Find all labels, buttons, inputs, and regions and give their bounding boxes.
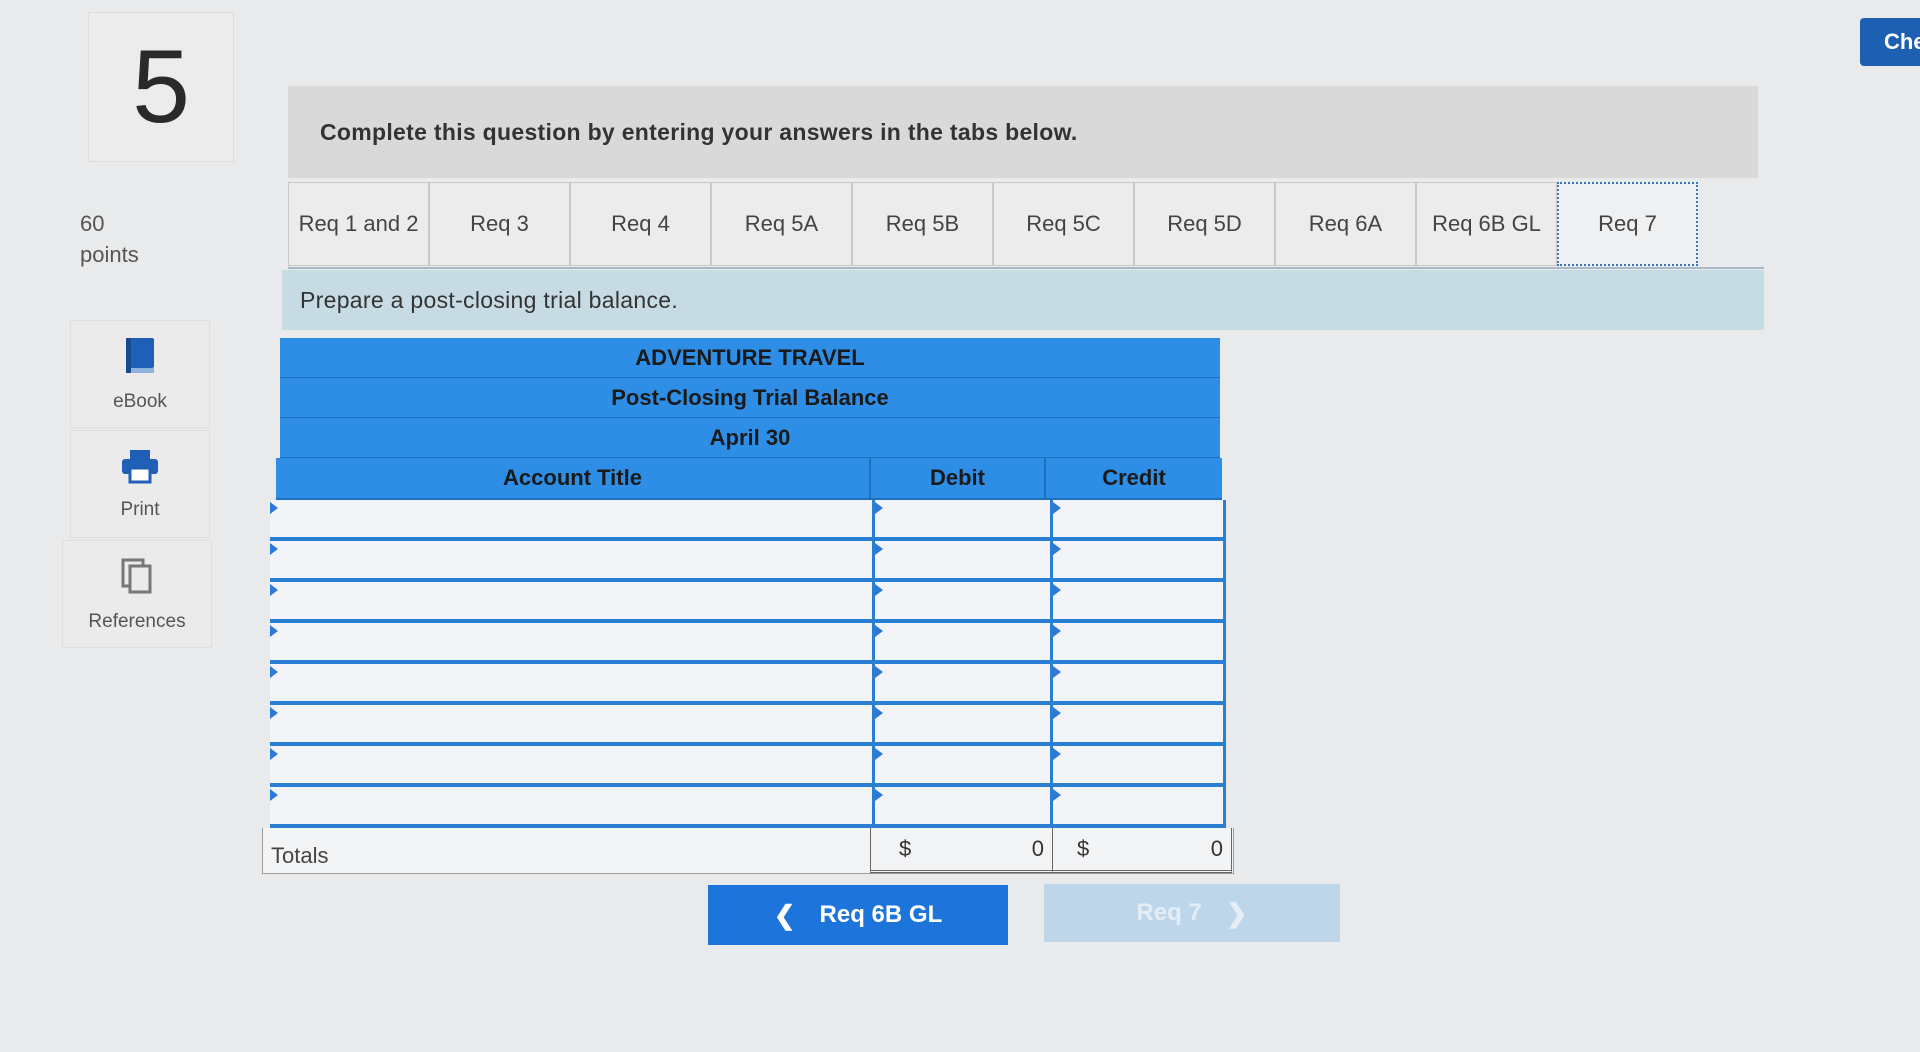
- account-title-input[interactable]: [270, 582, 875, 619]
- question-number: 5: [132, 28, 190, 145]
- table-row: [270, 787, 1226, 828]
- credit-header: Credit: [1102, 465, 1166, 490]
- table-row: [270, 582, 1226, 623]
- table-row: [270, 500, 1226, 541]
- account-title-input[interactable]: [270, 541, 875, 578]
- question-number-box: 5: [88, 12, 234, 162]
- points-value: 60: [80, 211, 105, 236]
- trial-balance-table: ADVENTURE TRAVEL Post-Closing Trial Bala…: [262, 338, 1234, 874]
- tab-divider: [288, 267, 1764, 269]
- requirement-tabs: Req 1 and 2 Req 3 Req 4 Req 5A Req 5B Re…: [288, 182, 1698, 268]
- account-title-input[interactable]: [270, 500, 875, 537]
- credit-input[interactable]: [1053, 705, 1226, 742]
- account-title-header: Account Title: [276, 458, 871, 498]
- tab-req-5b[interactable]: Req 5B: [852, 182, 993, 266]
- ebook-label: eBook: [113, 390, 167, 412]
- tab-req-6a[interactable]: Req 6A: [1275, 182, 1416, 266]
- table-row: [270, 664, 1226, 705]
- totals-label: Totals: [271, 842, 329, 868]
- references-button[interactable]: References: [62, 540, 212, 648]
- tab-req-6b-gl[interactable]: Req 6B GL: [1416, 182, 1557, 266]
- statement-date: April 30: [280, 418, 1220, 458]
- debit-total-value: 0: [1031, 836, 1044, 861]
- credit-input[interactable]: [1053, 582, 1226, 619]
- points-label: points: [80, 242, 139, 267]
- copy-icon: [119, 556, 155, 601]
- credit-total: $ 0: [1052, 828, 1232, 873]
- table-row: [270, 623, 1226, 664]
- instruction-text: Complete this question by entering your …: [320, 118, 1078, 145]
- table-row: [270, 541, 1226, 582]
- prompt-bar: Prepare a post-closing trial balance.: [282, 270, 1764, 330]
- tab-req-5d[interactable]: Req 5D: [1134, 182, 1275, 266]
- chevron-right-icon: ❯: [1225, 897, 1248, 928]
- debit-input[interactable]: [875, 541, 1053, 578]
- chevron-left-icon: ❮: [773, 899, 796, 930]
- account-title-input[interactable]: [270, 623, 875, 660]
- tab-req-4[interactable]: Req 4: [570, 182, 711, 266]
- check-button[interactable]: Che: [1860, 18, 1920, 66]
- debit-input[interactable]: [875, 705, 1053, 742]
- account-title-input[interactable]: [270, 787, 875, 824]
- prompt-text: Prepare a post-closing trial balance.: [300, 286, 679, 313]
- next-req-button[interactable]: Req 7 ❯: [1044, 884, 1340, 942]
- debit-input[interactable]: [875, 664, 1053, 701]
- column-header-row: Account Title Debit Credit: [276, 458, 1222, 500]
- table-row: [270, 705, 1226, 746]
- debit-input[interactable]: [875, 500, 1053, 537]
- entry-rows: [262, 500, 1226, 828]
- debit-input[interactable]: [875, 787, 1053, 824]
- tab-req-5a[interactable]: Req 5A: [711, 182, 852, 266]
- credit-input[interactable]: [1053, 500, 1226, 537]
- tab-req-5c[interactable]: Req 5C: [993, 182, 1134, 266]
- credit-input[interactable]: [1053, 541, 1226, 578]
- credit-input[interactable]: [1053, 623, 1226, 660]
- print-label: Print: [120, 498, 160, 520]
- debit-input[interactable]: [875, 746, 1053, 783]
- debit-total: $ 0: [870, 828, 1052, 873]
- debit-currency: $: [899, 836, 912, 861]
- tab-req-1-and-2[interactable]: Req 1 and 2: [288, 182, 429, 266]
- prev-req-button[interactable]: ❮ Req 6B GL: [708, 885, 1008, 945]
- credit-input[interactable]: [1053, 746, 1226, 783]
- debit-input[interactable]: [875, 582, 1053, 619]
- credit-input[interactable]: [1053, 664, 1226, 701]
- totals-row: Totals $ 0 $ 0: [262, 828, 1234, 874]
- ebook-button[interactable]: eBook: [70, 320, 210, 428]
- company-name: ADVENTURE TRAVEL: [280, 338, 1220, 378]
- statement-title: Post-Closing Trial Balance: [280, 378, 1220, 418]
- references-label: References: [88, 610, 186, 632]
- book-icon: [123, 336, 157, 381]
- account-title-input[interactable]: [270, 664, 875, 701]
- credit-input[interactable]: [1053, 787, 1226, 824]
- tab-req-7[interactable]: Req 7: [1557, 182, 1698, 266]
- account-title-input[interactable]: [270, 746, 875, 783]
- debit-header: Debit: [871, 458, 1046, 498]
- printer-icon: [120, 448, 160, 489]
- print-button[interactable]: Print: [70, 430, 210, 538]
- account-title-input[interactable]: [270, 705, 875, 742]
- debit-input[interactable]: [875, 623, 1053, 660]
- next-req-label: Req 7: [1136, 899, 1202, 926]
- credit-currency: $: [1077, 836, 1090, 861]
- credit-total-value: 0: [1210, 836, 1223, 861]
- points-info: 60 points: [80, 208, 139, 270]
- prev-req-label: Req 6B GL: [819, 901, 943, 928]
- instruction-banner: Complete this question by entering your …: [288, 86, 1758, 178]
- tab-req-3[interactable]: Req 3: [429, 182, 570, 266]
- table-row: [270, 746, 1226, 787]
